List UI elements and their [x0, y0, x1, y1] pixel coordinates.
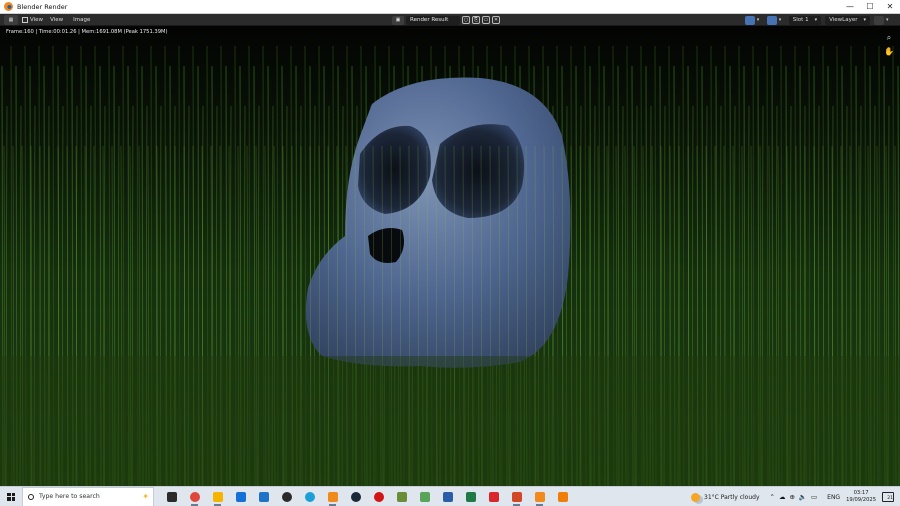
display-channels-dropdown-icon[interactable]: ▾: [779, 17, 785, 23]
blender-open-icon: [534, 491, 545, 502]
window-title: Blender Render: [17, 2, 68, 11]
new-image-icon[interactable]: ⎘: [472, 16, 480, 24]
sidebar-dropdown-icon[interactable]: ▾: [886, 17, 892, 23]
task-view-app-button[interactable]: [160, 487, 183, 506]
excel-icon: [465, 491, 476, 502]
record-app-button[interactable]: [367, 487, 390, 506]
edge-icon: [304, 491, 315, 502]
weather-widget[interactable]: 31°C Partly cloudy: [691, 492, 760, 502]
edge-app-button[interactable]: [298, 487, 321, 506]
render-stats: Frame:160 | Time:00:01.26 | Mem:1691.08M…: [6, 29, 168, 35]
unlink-image-icon[interactable]: ✕: [492, 16, 500, 24]
notification-count: 21: [887, 496, 893, 501]
open-image-icon[interactable]: ▭: [482, 16, 490, 24]
render-viewport[interactable]: Frame:160 | Time:00:01.26 | Mem:1691.08M…: [0, 26, 900, 486]
minecraft-app-button[interactable]: [390, 487, 413, 506]
language-indicator[interactable]: ENG: [827, 494, 840, 501]
taskbar-search[interactable]: Type here to search ✦: [22, 486, 154, 506]
steam-app-button[interactable]: [344, 487, 367, 506]
powerpoint-app-button[interactable]: [505, 487, 528, 506]
acrobat-app-button[interactable]: [482, 487, 505, 506]
clock-time: 03:17: [853, 490, 869, 496]
vlc-icon: [557, 491, 568, 502]
blender-app-button[interactable]: [321, 487, 344, 506]
search-placeholder: Type here to search: [39, 493, 100, 500]
display-channels-button[interactable]: [766, 15, 777, 25]
partly-cloudy-icon: [691, 492, 700, 502]
record-icon: [373, 491, 384, 502]
network-icon[interactable]: ⊕: [789, 493, 794, 501]
word-icon: [442, 491, 453, 502]
slot-label: Slot 1: [792, 16, 809, 23]
sidebar-toggle-button[interactable]: [874, 15, 884, 25]
battery-icon[interactable]: ▭: [811, 493, 817, 501]
notepad-icon: [419, 491, 430, 502]
minimize-button[interactable]: —: [840, 0, 860, 13]
chrome-app-button[interactable]: [183, 487, 206, 506]
slot-dropdown[interactable]: Slot 1 ▾: [788, 15, 822, 25]
store-icon: [258, 491, 269, 502]
clock[interactable]: 03:17 19/09/2025: [846, 490, 876, 504]
word-app-button[interactable]: [436, 487, 459, 506]
powerpoint-icon: [511, 491, 522, 502]
view-icon: [22, 16, 28, 23]
windows-logo-icon: [7, 492, 15, 501]
fake-user-icon[interactable]: ○: [462, 16, 470, 24]
file-explorer-app-button[interactable]: [206, 487, 229, 506]
chevron-down-icon: ▾: [814, 16, 818, 23]
task-view-icon: [166, 491, 177, 502]
obs-icon: [281, 491, 292, 502]
chevron-down-icon: ▾: [863, 16, 866, 23]
system-tray: 31°C Partly cloudy ⌃ ☁ ⊕ 🔈 ▭ ENG 03:17 1…: [691, 487, 900, 506]
image-browse-button[interactable]: ▣: [392, 15, 404, 25]
pinned-apps: [160, 487, 574, 506]
blender-open-app-button[interactable]: [528, 487, 551, 506]
vlc-app-button[interactable]: [551, 487, 574, 506]
acrobat-icon: [488, 491, 499, 502]
image-editor-header: ▦ View View Image ▣ Render Result ○ ⎘ ▭ …: [0, 14, 900, 26]
weather-text: 31°C Partly cloudy: [704, 493, 760, 501]
view-layer-label: ViewLayer: [829, 16, 858, 23]
excel-app-button[interactable]: [459, 487, 482, 506]
view-mode-label: View: [30, 16, 44, 23]
view-layer-dropdown[interactable]: ViewLayer ▾: [825, 15, 870, 25]
mail-app-button[interactable]: [229, 487, 252, 506]
notepad-app-button[interactable]: [413, 487, 436, 506]
store-app-button[interactable]: [252, 487, 275, 506]
blender-logo-icon: [4, 2, 13, 11]
taskbar: Type here to search ✦ 31°C Partly cloudy…: [0, 486, 900, 506]
file-explorer-icon: [212, 491, 223, 502]
window-title-bar: Blender Render — ☐ ✕: [0, 0, 900, 14]
mail-icon: [235, 491, 246, 502]
close-button[interactable]: ✕: [880, 0, 900, 13]
menu-image[interactable]: Image: [70, 17, 93, 23]
volume-icon[interactable]: 🔈: [799, 493, 807, 501]
maximize-button[interactable]: ☐: [860, 0, 880, 13]
editor-type-button[interactable]: ▦: [4, 14, 18, 25]
highlights-icon[interactable]: ✦: [142, 492, 149, 501]
start-button[interactable]: [0, 487, 22, 506]
notifications-icon[interactable]: 21: [882, 492, 894, 502]
pan-hand-icon[interactable]: ✋: [884, 46, 894, 56]
minecraft-icon: [396, 491, 407, 502]
steam-icon: [350, 491, 361, 502]
sample-tool-dropdown-icon[interactable]: ▾: [757, 17, 763, 23]
blender-icon: [327, 491, 338, 502]
search-icon: [28, 493, 34, 500]
obs-app-button[interactable]: [275, 487, 298, 506]
chrome-icon: [189, 491, 200, 502]
onedrive-icon[interactable]: ☁: [779, 493, 786, 501]
sample-tool-button[interactable]: [744, 15, 755, 25]
show-hidden-icons-icon[interactable]: ⌃: [770, 493, 775, 501]
zoom-icon[interactable]: ⌕: [884, 33, 894, 43]
render-image: [0, 26, 900, 486]
clock-date: 19/09/2025: [846, 497, 876, 503]
view-mode-button[interactable]: View: [22, 16, 44, 23]
menu-view[interactable]: View: [47, 17, 66, 23]
image-name-field[interactable]: Render Result: [406, 15, 460, 25]
